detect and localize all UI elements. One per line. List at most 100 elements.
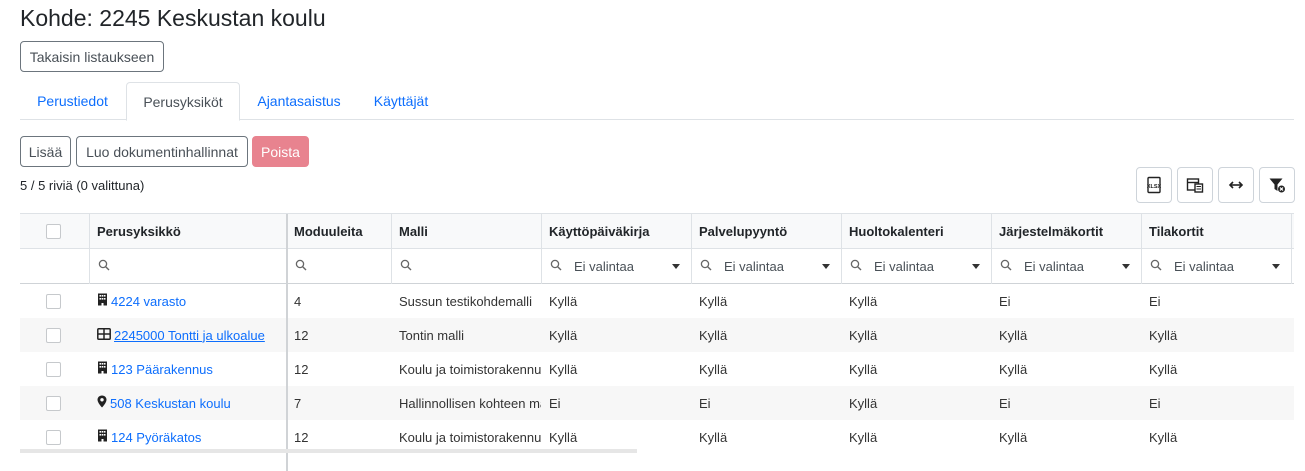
column-header-huoltokalenteri[interactable]: Huoltokalenteri	[842, 214, 992, 248]
unit-cell[interactable]: 4224 varasto	[97, 284, 286, 318]
column-divider	[841, 214, 842, 284]
filter-jarjestelmakortit[interactable]: Ei valintaa	[992, 249, 1142, 283]
chevron-down-icon	[1122, 264, 1130, 269]
unit-name[interactable]: 508 Keskustan koulu	[110, 396, 231, 411]
filter-moduuleita[interactable]	[287, 249, 391, 283]
fit-columns-button[interactable]	[1218, 167, 1254, 203]
filter-value: Ei valintaa	[1024, 258, 1084, 274]
jarjestelmakortit-cell: Ei	[999, 293, 1011, 309]
tab-kayttajat[interactable]: Käyttäjät	[360, 82, 442, 120]
palvelupyynto-cell: Kyllä	[699, 429, 728, 445]
column-header-moduuleita[interactable]: Moduuleita	[287, 214, 391, 248]
palvelupyynto-cell: Kyllä	[699, 327, 728, 343]
filter-palvelupyynto[interactable]: Ei valintaa	[692, 249, 842, 283]
huoltokalenteri-cell: Kyllä	[849, 293, 878, 309]
jarjestelmakortit-cell: Kyllä	[999, 361, 1028, 377]
column-divider	[89, 214, 90, 284]
filter-huoltokalenteri[interactable]: Ei valintaa	[842, 249, 992, 283]
divider	[20, 248, 1294, 249]
palvelupyynto-cell: Ei	[699, 395, 711, 411]
row-checkbox[interactable]	[46, 362, 61, 377]
unit-name[interactable]: 4224 varasto	[111, 294, 186, 309]
huoltokalenteri-cell: Kyllä	[849, 429, 878, 445]
modules-cell: 12	[294, 361, 309, 377]
column-divider	[1291, 214, 1292, 284]
unit-link[interactable]: 124 Pyöräkatos	[97, 429, 201, 445]
export-xlsx-icon: XLSX	[1145, 176, 1163, 194]
filter-kayttopaivakirja[interactable]: Ei valintaa	[542, 249, 692, 283]
row-checkbox[interactable]	[46, 328, 61, 343]
column-divider	[541, 214, 542, 284]
tab-perusyksikot[interactable]: Perusyksiköt	[126, 82, 240, 121]
search-icon	[850, 259, 862, 274]
unit-link[interactable]: 4224 varasto	[97, 293, 186, 309]
kayttopaivakirja-cell: Kyllä	[549, 293, 578, 309]
back-to-list-button[interactable]: Takaisin listaukseen	[20, 41, 164, 72]
delete-button[interactable]: Poista	[252, 136, 309, 167]
unit-link[interactable]: 2245000 Tontti ja ulkoalue	[97, 328, 265, 343]
model-cell: Tontin malli	[399, 327, 465, 343]
horizontal-scrollbar[interactable]	[20, 449, 637, 453]
filter-value: Ei valintaa	[574, 258, 634, 274]
huoltokalenteri-cell: Kyllä	[849, 395, 878, 411]
unit-cell[interactable]: 123 Päärakennus	[97, 352, 286, 386]
tab-ajantasaistus[interactable]: Ajantasaistus	[242, 82, 356, 120]
search-icon	[295, 259, 307, 274]
kayttopaivakirja-cell: Ei	[549, 395, 561, 411]
search-icon	[550, 259, 562, 274]
unit-name[interactable]: 2245000 Tontti ja ulkoalue	[114, 328, 265, 343]
search-icon	[400, 259, 412, 274]
create-document-management-button[interactable]: Luo dokumentinhallinnat	[76, 136, 248, 167]
unit-link[interactable]: 508 Keskustan koulu	[97, 395, 231, 411]
table-row[interactable]: 123 Päärakennus 12 Koulu ja toimistorake…	[20, 352, 1294, 386]
fit-columns-icon	[1227, 176, 1245, 194]
filter-tilakortit[interactable]: Ei valintaa	[1142, 249, 1292, 283]
filter-value: Ei valintaa	[724, 258, 784, 274]
kayttopaivakirja-cell: Kyllä	[549, 361, 578, 377]
column-header-palvelupyynto[interactable]: Palvelupyyntö	[692, 214, 842, 248]
column-header-malli[interactable]: Malli	[392, 214, 542, 248]
units-grid: Perusyksikkö Moduuleita Malli Käyttöpäiv…	[20, 213, 1294, 471]
search-icon	[1150, 259, 1162, 274]
unit-cell[interactable]: 508 Keskustan koulu	[97, 386, 286, 420]
unit-name[interactable]: 123 Päärakennus	[111, 362, 213, 377]
page-title: Kohde: 2245 Keskustan koulu	[20, 5, 326, 31]
table-row[interactable]: 2245000 Tontti ja ulkoalue 12 Tontin mal…	[20, 318, 1294, 352]
column-divider	[1141, 214, 1142, 284]
row-checkbox[interactable]	[46, 430, 61, 445]
export-xlsx-button[interactable]: XLSX	[1136, 167, 1172, 203]
chevron-down-icon	[972, 264, 980, 269]
table-row[interactable]: 508 Keskustan koulu 7 Hallinnollisen koh…	[20, 386, 1294, 420]
kayttopaivakirja-cell: Kyllä	[549, 327, 578, 343]
filter-value: Ei valintaa	[1174, 258, 1234, 274]
palvelupyynto-cell: Kyllä	[699, 361, 728, 377]
filter-malli[interactable]	[392, 249, 542, 283]
column-header-tilakortit[interactable]: Tilakortit	[1142, 214, 1292, 248]
building-icon	[97, 429, 108, 445]
model-cell: Hallinnollisen kohteen malli	[399, 395, 541, 411]
tilakortit-cell: Kyllä	[1149, 429, 1178, 445]
column-header-kayttopaivakirja[interactable]: Käyttöpäiväkirja	[542, 214, 692, 248]
tab-perustiedot[interactable]: Perustiedot	[20, 82, 125, 120]
modules-cell: 12	[294, 327, 309, 343]
select-all-checkbox[interactable]	[46, 224, 61, 239]
clear-filter-icon	[1268, 176, 1286, 194]
row-checkbox[interactable]	[46, 396, 61, 411]
search-icon	[700, 259, 712, 274]
row-checkbox[interactable]	[46, 294, 61, 309]
table-row[interactable]: 4224 varasto 4 Sussun testikohdemalli Ky…	[20, 284, 1294, 318]
building-icon	[97, 361, 108, 377]
column-divider	[391, 214, 392, 284]
filter-perusyksikko[interactable]	[90, 249, 286, 283]
tilakortit-cell: Ei	[1149, 293, 1161, 309]
modules-cell: 4	[294, 293, 302, 309]
jarjestelmakortit-cell: Ei	[999, 395, 1011, 411]
unit-cell[interactable]: 2245000 Tontti ja ulkoalue	[97, 318, 286, 352]
column-header-perusyksikko[interactable]: Perusyksikkö	[90, 214, 286, 248]
add-button[interactable]: Lisää	[20, 136, 71, 167]
unit-link[interactable]: 123 Päärakennus	[97, 361, 213, 377]
clear-filter-button[interactable]	[1259, 167, 1295, 203]
column-header-jarjestelmakortit[interactable]: Järjestelmäkortit	[992, 214, 1142, 248]
column-chooser-button[interactable]	[1177, 167, 1213, 203]
unit-name[interactable]: 124 Pyöräkatos	[111, 430, 201, 445]
